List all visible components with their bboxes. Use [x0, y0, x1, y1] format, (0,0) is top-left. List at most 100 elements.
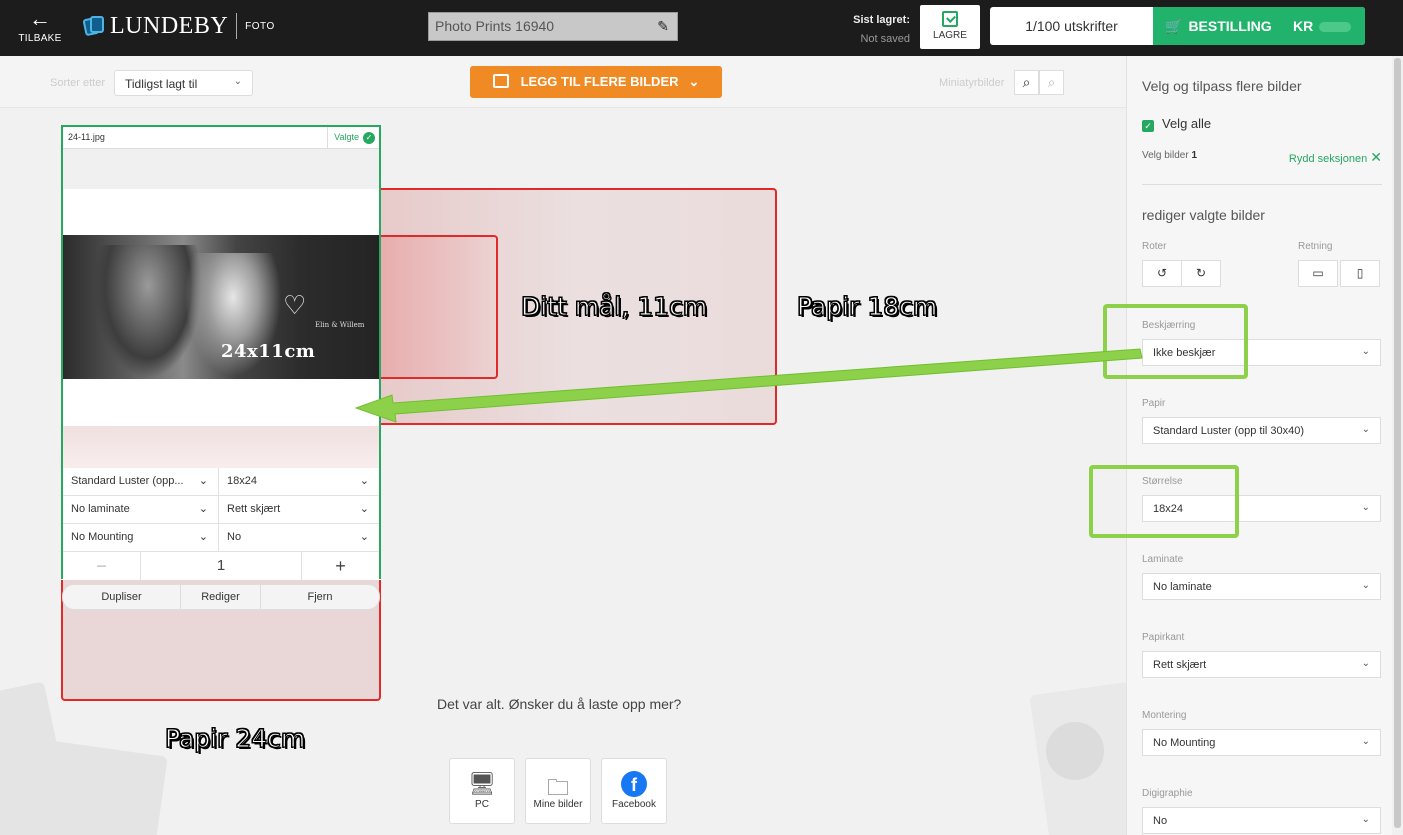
sidebar-divider [1142, 184, 1382, 185]
rotate-left-icon[interactable]: ↺ [1142, 260, 1182, 287]
paper-type-select[interactable]: Standard Luster (opp til 30x40) ⌄ [1142, 417, 1381, 444]
landscape-icon[interactable]: ▭ [1298, 260, 1338, 287]
heart-logo-icon: ♡ [283, 291, 307, 321]
card-options: Standard Luster (opp... ⌄ 18x24 ⌄ No lamin… [63, 468, 379, 580]
upload-my-images-tile[interactable]: 🗀 Mine bilder [525, 758, 591, 824]
logo[interactable]: LUNDEBY FOTO [82, 10, 275, 42]
selected-count: Velg bilder 1 [1142, 150, 1197, 161]
laminate-label: Laminate [1142, 554, 1184, 565]
remove-button[interactable]: Fjern [261, 585, 379, 609]
selected-toggle[interactable]: Valgte ✓ [327, 127, 375, 148]
increase-button[interactable]: + [301, 552, 379, 580]
saved-label: Sist lagret: [853, 14, 910, 26]
price-blurred [1319, 22, 1352, 33]
rotate-right-icon[interactable]: ↻ [1181, 260, 1221, 287]
pencil-icon[interactable]: ✎ [657, 18, 669, 35]
chevron-down-icon: ⌄ [198, 475, 208, 487]
checkbox-icon: ✓ [1142, 120, 1154, 132]
photo-names: Elin & Willem [315, 321, 365, 329]
quantity-stepper: − 1 + [63, 552, 379, 580]
chevron-down-icon: ⌄ [1361, 814, 1370, 825]
chevron-down-icon: ⌄ [1361, 502, 1370, 513]
duplicate-button[interactable]: Dupliser [63, 585, 181, 609]
order-label: BESTILLING [1188, 18, 1272, 34]
price-prefix: KR [1293, 18, 1314, 34]
chevron-down-icon: ⌄ [688, 74, 700, 89]
brand-name: LUNDEBY [110, 12, 229, 39]
quantity-value[interactable]: 1 [143, 552, 299, 580]
mounting-type-select[interactable]: No Mounting ⌄ [1142, 729, 1381, 756]
paper-edge-value: Rett skjært [1153, 659, 1207, 671]
card-filename: 24-11.jpg [68, 132, 105, 142]
select-all-checkbox[interactable]: ✓ Velg alle [1142, 116, 1211, 132]
annotation-paper-18: Papir 18cm [796, 292, 938, 322]
mounting-value: No Mounting [71, 531, 134, 543]
count-label: Velg bilder [1142, 150, 1189, 161]
paper-select[interactable]: Standard Luster (opp... ⌄ [63, 468, 219, 495]
paper-edge-select[interactable]: Rett skjært ⌄ [1142, 651, 1381, 678]
card-header: 24-11.jpg Valgte ✓ [63, 127, 379, 149]
size-highlight-annotation [1089, 465, 1239, 538]
upload-question: Det var alt. Ønsker du å laste opp mer? [437, 696, 682, 712]
paper-label: Papir [1142, 398, 1166, 409]
option-row: No laminate ⌄ Rett skjært ⌄ [63, 496, 379, 524]
rotate-label: Roter [1142, 241, 1167, 252]
folder-icon: 🗀 [546, 775, 569, 800]
chevron-down-icon: ⌄ [233, 76, 242, 87]
work-area: 24-11.jpg Valgte ✓ ♡ Elin & Willem 24x11c… [0, 108, 1126, 835]
zoom-out-icon[interactable]: ⌕ [1039, 70, 1064, 95]
prints-box: 1/100 utskrifter 🛒 BESTILLING KR [990, 7, 1365, 45]
edge-value: Rett skjært [227, 503, 281, 515]
sort-select[interactable]: Tidligst lagt til ⌄ [114, 70, 253, 96]
digigraphie-type-select[interactable]: No ⌄ [1142, 807, 1381, 834]
chevron-down-icon: ⌄ [198, 531, 208, 543]
upload-facebook-tile[interactable]: f Facebook [601, 758, 667, 824]
sort-value: Tidligst lagt til [125, 77, 198, 91]
scrollbar[interactable] [1392, 56, 1403, 835]
laminate-value: No laminate [71, 503, 130, 515]
save-button[interactable]: LAGRE [920, 5, 980, 49]
edit-button[interactable]: Rediger [181, 585, 261, 609]
add-more-images-button[interactable]: LEGG TIL FLERE BILDER ⌄ [470, 66, 722, 98]
decrease-button[interactable]: − [63, 552, 141, 580]
mounting-select[interactable]: No Mounting ⌄ [63, 524, 219, 551]
clear-section-button[interactable]: Rydd seksjonen ✕ [1289, 149, 1382, 166]
orientation-label: Retning [1298, 241, 1333, 252]
sort-label: Sorter etter [50, 77, 106, 89]
order-price: KR [1293, 7, 1352, 45]
target-11-annotation-box [381, 235, 498, 379]
card-spacer [63, 149, 379, 189]
back-button[interactable]: ← TILBAKE [14, 8, 66, 48]
size-select[interactable]: 18x24 ⌄ [219, 468, 379, 495]
chevron-down-icon: ⌄ [1361, 580, 1370, 591]
edge-select[interactable]: Rett skjært ⌄ [219, 496, 379, 523]
order-button[interactable]: 🛒 BESTILLING KR [1153, 7, 1365, 45]
prints-count: 1/100 utskrifter [1025, 18, 1118, 34]
upload-facebook-label: Facebook [612, 799, 656, 810]
project-name-field[interactable]: Photo Prints 16940 ✎ [428, 12, 678, 41]
monitor-icon: 🖥 [468, 771, 496, 796]
back-label: TILBAKE [18, 33, 62, 44]
paper-value: Standard Luster (opp... [71, 475, 184, 487]
photo-card[interactable]: 24-11.jpg Valgte ✓ ♡ Elin & Willem 24x11c… [61, 125, 381, 580]
card-spacer [63, 426, 379, 468]
scrollbar-thumb[interactable] [1394, 58, 1401, 828]
laminate-select[interactable]: No laminate ⌄ [63, 496, 219, 523]
crop-highlight-annotation [1103, 304, 1248, 379]
laminate-type-select[interactable]: No laminate ⌄ [1142, 573, 1381, 600]
zoom-in-icon[interactable]: ⌕ [1014, 70, 1039, 95]
paper-edge-label: Papirkant [1142, 632, 1185, 643]
annotation-paper-24: Papir 24cm [164, 724, 306, 754]
save-label: LAGRE [933, 30, 967, 41]
portrait-icon[interactable]: ▯ [1340, 260, 1380, 287]
upload-pc-tile[interactable]: 🖥 PC [449, 758, 515, 824]
cart-icon: 🛒 [1165, 18, 1183, 34]
paper-type-value: Standard Luster (opp til 30x40) [1153, 425, 1305, 437]
digigraphie-type-value: No [1153, 815, 1168, 827]
upload-pc-label: PC [475, 799, 489, 810]
option-row: Standard Luster (opp... ⌄ 18x24 ⌄ [63, 468, 379, 496]
selected-label: Valgte [334, 132, 359, 142]
digigraphie-select[interactable]: No ⌄ [219, 524, 379, 551]
digigraphie-value: No [227, 531, 242, 543]
count-value: 1 [1191, 150, 1198, 161]
